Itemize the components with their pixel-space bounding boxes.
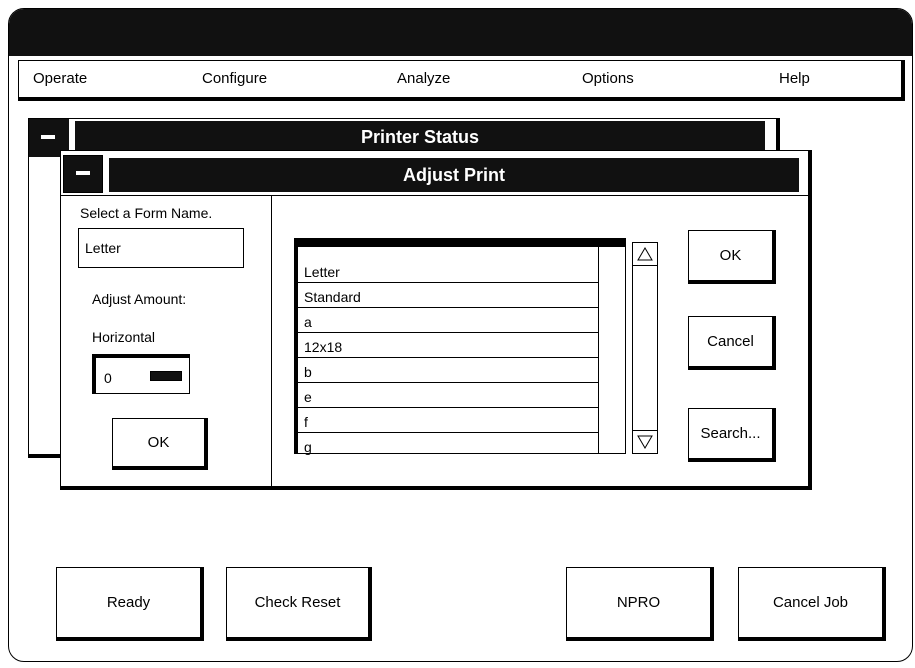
list-item[interactable]: b [298,359,598,383]
select-form-label: Select a Form Name. [80,205,213,221]
title-bar [9,9,912,56]
form-name-field[interactable]: Letter [78,228,244,268]
minus-icon [76,171,90,175]
scroll-down-button[interactable] [633,430,657,453]
list-item[interactable]: g [298,434,598,458]
npro-button[interactable]: NPRO [566,567,714,641]
printer-status-title: Printer Status [75,121,765,153]
list-item[interactable]: a [298,309,598,333]
cancel-button[interactable]: Cancel [688,316,776,370]
form-list[interactable]: Letter Standard a 12x18 b e f g [294,238,626,455]
menu-options[interactable]: Options [582,70,634,87]
check-reset-button[interactable]: Check Reset [226,567,372,641]
triangle-down-icon [637,435,653,449]
search-button[interactable]: Search... [688,408,776,462]
list-column-divider [598,247,600,453]
list-item[interactable]: Standard [298,284,598,308]
title-divider [61,195,809,196]
ok-left-button[interactable]: OK [112,418,208,470]
menu-bar: Operate Configure Analyze Options Help [18,60,905,101]
ok-button[interactable]: OK [688,230,776,284]
list-item[interactable]: Letter [298,259,598,283]
list-item[interactable]: 12x18 [298,334,598,358]
list-item[interactable]: f [298,409,598,433]
menu-operate[interactable]: Operate [33,70,87,87]
pane-divider [271,195,272,487]
adjust-print-title: Adjust Print [109,158,799,192]
spinner-control-icon[interactable] [150,371,182,381]
horizontal-label: Horizontal [92,329,156,345]
form-list-scrollbar[interactable] [632,242,658,454]
horizontal-value: 0 [104,370,112,386]
adjust-amount-label: Adjust Amount: [92,291,187,307]
list-item[interactable]: e [298,384,598,408]
scroll-up-button[interactable] [633,243,657,266]
cancel-job-button[interactable]: Cancel Job [738,567,886,641]
menu-help[interactable]: Help [779,70,810,87]
menu-analyze[interactable]: Analyze [397,70,450,87]
triangle-up-icon [637,247,653,261]
adjust-print-system-menu[interactable] [63,155,103,193]
horizontal-spinner[interactable]: 0 [92,354,190,394]
menu-configure[interactable]: Configure [202,70,267,87]
ready-button[interactable]: Ready [56,567,204,641]
minus-icon [41,135,55,139]
